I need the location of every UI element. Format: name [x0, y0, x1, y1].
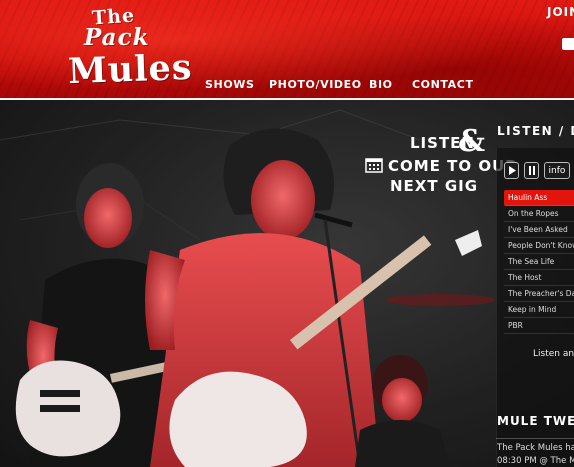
nav-contact[interactable]: CONTACT — [412, 78, 474, 91]
track-item[interactable]: Keep in Mind — [504, 302, 574, 318]
listen-cta[interactable]: LISTEN & COME TO OUR NEXT GIG — [362, 124, 517, 200]
track-item[interactable]: The Host — [504, 270, 574, 286]
track-item[interactable]: Haulin Ass — [504, 190, 574, 206]
track-item[interactable]: I've Been Asked — [504, 222, 574, 238]
track-item[interactable]: The Sea Life — [504, 254, 574, 270]
logo-line-3: Mules — [67, 46, 194, 93]
listen-download-heading: LISTEN / DOW — [497, 124, 574, 138]
info-button[interactable]: info — [544, 162, 570, 179]
tweet-line-1: The Pack Mules ha — [497, 443, 574, 453]
join-link[interactable]: JOIN — [547, 5, 574, 19]
track-list: Haulin Ass On the Ropes I've Been Asked … — [504, 190, 574, 334]
mule-tweet-heading: MULE TWEET — [497, 414, 574, 428]
play-button[interactable] — [504, 162, 519, 179]
join-email-input[interactable] — [562, 38, 574, 50]
track-item[interactable]: On the Ropes — [504, 206, 574, 222]
site-header: The Pack Mules SHOWS PHOTO/VIDEO BIO CON… — [0, 0, 574, 100]
calendar-icon — [365, 158, 383, 173]
track-item[interactable]: People Don't Know — [504, 238, 574, 254]
track-item[interactable]: The Preacher's Daugh — [504, 286, 574, 302]
tweet-text: The Pack Mules ha 08:30 PM @ The Ma — [497, 442, 574, 467]
nav-photo-video[interactable]: PHOTO/VIDEO — [269, 78, 362, 91]
nav-shows[interactable]: SHOWS — [205, 78, 255, 91]
nav-bio[interactable]: BIO — [369, 78, 393, 91]
player-footer-text[interactable]: Listen and — [533, 349, 574, 359]
tweet-divider — [496, 438, 574, 439]
cta-line-3: NEXT GIG — [390, 177, 479, 195]
hero-section: LISTEN & COME TO OUR NEXT GIG LISTEN / D… — [0, 100, 574, 467]
logo-line-2: Pack — [84, 24, 150, 51]
tweet-line-2: 08:30 PM @ The Ma — [497, 456, 574, 466]
play-icon — [508, 166, 516, 175]
band-logo[interactable]: The Pack Mules — [62, 5, 193, 94]
track-item[interactable]: PBR — [504, 318, 574, 334]
cta-ampersand: & — [458, 124, 486, 159]
pause-icon — [528, 166, 535, 175]
pause-button[interactable] — [524, 162, 539, 179]
